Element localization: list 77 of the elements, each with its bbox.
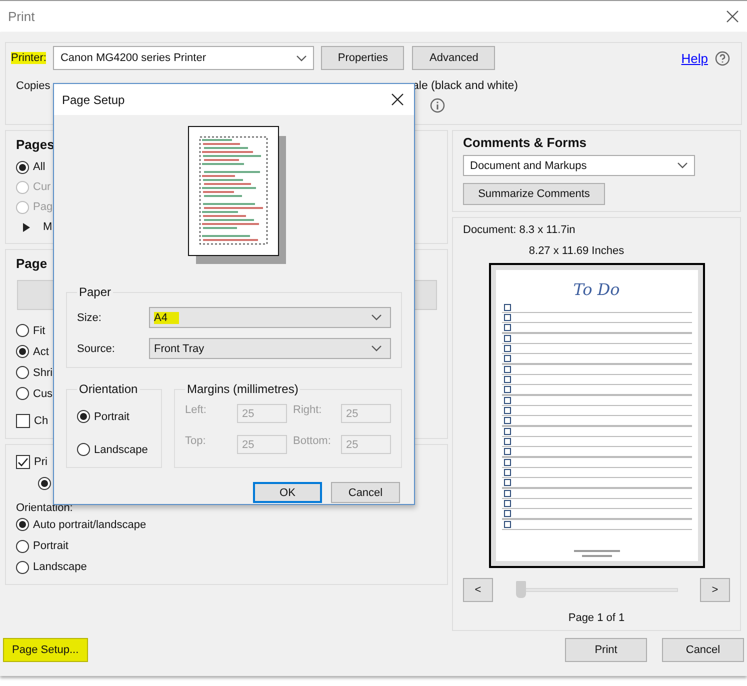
chevron-down-icon [371, 314, 382, 321]
chevron-down-icon [677, 162, 688, 170]
radio-button[interactable] [77, 443, 90, 456]
previous-page-button[interactable]: < [463, 578, 493, 602]
size-label: Size: [77, 312, 102, 324]
group-title: Page [16, 256, 48, 271]
checkbox[interactable] [16, 414, 30, 428]
cancel-button[interactable]: Cancel [662, 638, 744, 662]
checkbox-label: Ch [34, 414, 48, 427]
chevron-down-icon [371, 345, 382, 352]
close-icon[interactable] [726, 10, 739, 23]
page-slider[interactable] [516, 581, 678, 599]
source-label: Source: [77, 342, 116, 354]
checkbox-label: Pri [34, 456, 48, 468]
help-icon[interactable] [715, 50, 730, 66]
radio-label: Auto portrait/landscape [33, 518, 146, 531]
group-title: Margins (millimetres) [186, 382, 300, 396]
radio-button[interactable] [16, 345, 29, 358]
document-size-label: Document: 8.3 x 11.7in [463, 224, 576, 236]
radio-button[interactable] [77, 410, 90, 423]
source-dropdown[interactable]: Front Tray [149, 338, 391, 359]
radio-label: Act [33, 346, 49, 358]
copies-label: Copies [16, 80, 50, 92]
group-title: Orientation [78, 382, 139, 396]
close-icon[interactable] [391, 93, 404, 106]
size-dropdown[interactable]: A4 [149, 307, 391, 328]
radio-label: Landscape [94, 444, 148, 456]
ok-button[interactable]: OK [253, 482, 322, 503]
group-title: Paper [78, 285, 112, 299]
size-value: A4 [154, 312, 180, 324]
radio-button[interactable] [16, 366, 29, 380]
slider-thumb[interactable] [516, 581, 526, 598]
group-title: Comments & Forms [463, 135, 588, 150]
margin-label: Top: [185, 435, 207, 449]
radio-label: Shri [33, 366, 53, 379]
radio-label: Portrait [94, 410, 130, 422]
radio-label: Pag [33, 201, 53, 213]
advanced-button[interactable]: Advanced [412, 46, 496, 70]
margin-label: Right: [293, 404, 323, 418]
radio-button[interactable] [16, 560, 29, 574]
radio-button[interactable] [16, 540, 29, 553]
expand-triangle-icon[interactable] [22, 222, 30, 232]
radio-button[interactable] [16, 324, 29, 338]
window-title: Print [8, 9, 35, 24]
radio-label: Cur [33, 181, 51, 193]
info-icon[interactable] [430, 98, 445, 113]
margin-label: Bottom: [293, 435, 332, 449]
help-link[interactable]: Help [681, 50, 708, 66]
print-button[interactable]: Print [565, 638, 647, 662]
radio-label: All [33, 161, 46, 173]
page-size-label: 8.27 x 11.69 Inches [528, 245, 624, 257]
margin-label: Left: [185, 404, 208, 418]
page-title: To Do [573, 280, 620, 299]
radio-label: Fit [33, 324, 46, 337]
next-page-button[interactable]: > [700, 578, 730, 602]
orientation-label: Orientation: [16, 502, 74, 514]
page-count-label: Page 1 of 1 [568, 612, 625, 624]
summarize-comments-button[interactable]: Summarize Comments [463, 183, 605, 205]
radio-label: Portrait [33, 540, 68, 552]
printer-dropdown[interactable]: Canon MG4200 series Printer [53, 46, 314, 70]
page-setup-button[interactable]: Page Setup... [3, 638, 88, 662]
properties-button[interactable]: Properties [321, 46, 404, 70]
radio-label: Landscape [33, 561, 87, 574]
radio-button[interactable] [16, 387, 29, 400]
checkbox[interactable] [16, 454, 30, 469]
cancel-button[interactable]: Cancel [331, 482, 400, 503]
radio-button[interactable] [16, 160, 29, 174]
printer-label: Printer: [11, 52, 46, 64]
radio-label: Cus [33, 388, 53, 400]
comments-dropdown[interactable]: Document and Markups [463, 155, 695, 176]
group-title: Pages [16, 137, 56, 152]
more-options-label[interactable]: M [43, 221, 52, 233]
chevron-down-icon [296, 54, 308, 62]
radio-button[interactable] [16, 518, 29, 532]
radio-button[interactable] [38, 476, 51, 490]
dialog-title: Page Setup [62, 92, 125, 106]
footer-text-drawing [574, 550, 620, 558]
